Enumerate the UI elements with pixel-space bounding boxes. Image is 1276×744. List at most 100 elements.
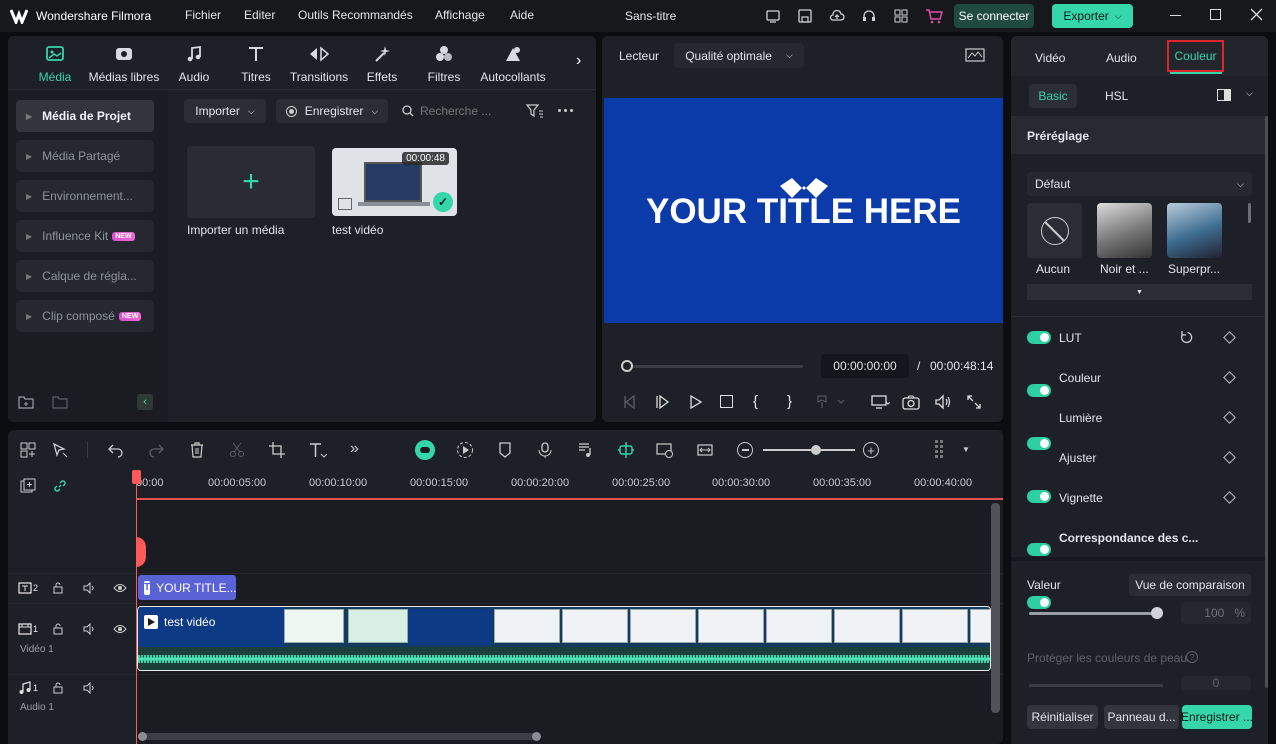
import-media-tile[interactable]: + (187, 146, 315, 218)
tab-effects[interactable]: Effets (358, 44, 406, 84)
compare-split-icon[interactable] (1217, 89, 1231, 101)
tab-stickers[interactable]: Autocollants (476, 44, 550, 84)
maximize-icon[interactable] (1210, 9, 1221, 20)
new-folder-icon[interactable] (18, 395, 34, 409)
delete-trash-icon[interactable] (189, 442, 205, 458)
cart-icon[interactable] (925, 8, 943, 24)
playhead-handle[interactable] (132, 470, 141, 484)
text-tool-icon[interactable] (309, 442, 327, 458)
caret-down-icon[interactable]: ▼ (962, 445, 970, 454)
toggle-color-match[interactable] (1027, 596, 1051, 609)
eye-icon[interactable] (113, 624, 127, 634)
timeline-vertical-scrollbar[interactable] (991, 503, 1000, 713)
subtab-basic[interactable]: Basic (1029, 84, 1077, 108)
chevron-down-icon[interactable]: ⌵ (1246, 88, 1253, 99)
progress-handle[interactable] (621, 360, 633, 372)
video-clip[interactable]: test vidéo (137, 606, 991, 671)
tab-audio-props[interactable]: Audio (1106, 51, 1137, 65)
tab-audio[interactable]: Audio (170, 44, 218, 84)
lock-icon[interactable] (52, 623, 64, 635)
speaker-icon[interactable] (83, 623, 97, 635)
sidebar-item-compound-clip[interactable]: ▶ Clip composé NEW (16, 300, 154, 332)
compare-view-button[interactable]: Vue de comparaison (1129, 574, 1251, 596)
login-button[interactable]: Se connecter (954, 4, 1034, 28)
layout-grid-icon[interactable] (20, 442, 36, 458)
sidebar-item-environment[interactable]: ▶ Environnement... (16, 180, 154, 212)
stop-icon[interactable] (720, 395, 733, 408)
mark-in-icon[interactable]: { (753, 393, 758, 410)
zoom-out-icon[interactable] (737, 442, 753, 458)
zoom-slider-track[interactable] (763, 449, 855, 451)
fullscreen-icon[interactable] (966, 394, 982, 410)
microphone-icon[interactable] (538, 442, 552, 458)
export-button[interactable]: Exporter ⌵ (1052, 4, 1133, 28)
value-slider-handle[interactable] (1151, 607, 1163, 619)
track-height-icon[interactable] (935, 440, 943, 458)
lock-icon[interactable] (52, 582, 64, 594)
more-tools-icon[interactable]: » (350, 440, 359, 458)
headset-icon[interactable] (861, 8, 877, 24)
value-input[interactable]: 100 % (1181, 602, 1251, 624)
quality-dropdown[interactable]: Qualité optimale ⌵ (674, 43, 804, 68)
monitor-icon[interactable] (765, 8, 781, 24)
undo-icon[interactable] (108, 442, 124, 458)
play-frame-icon[interactable] (655, 394, 671, 410)
add-track-icon[interactable] (20, 478, 36, 494)
media-thumbnail[interactable]: 00:00:48 ✓ (332, 148, 457, 216)
eye-icon[interactable] (113, 583, 127, 593)
ai-cut-icon[interactable] (617, 441, 635, 459)
link-icon[interactable] (52, 478, 68, 494)
search-input[interactable] (420, 101, 510, 121)
menu-editer[interactable]: Editer (244, 8, 275, 22)
play-icon[interactable] (688, 394, 704, 410)
tab-color[interactable]: Couleur (1167, 40, 1224, 72)
reset-icon[interactable] (1180, 330, 1195, 345)
cloud-upload-icon[interactable] (829, 8, 845, 24)
fit-width-icon[interactable] (697, 442, 713, 458)
menu-aide[interactable]: Aide (510, 8, 534, 22)
auto-reframe-icon[interactable] (656, 442, 674, 458)
mark-out-icon[interactable]: } (787, 393, 792, 410)
help-icon[interactable]: ? (1186, 651, 1198, 663)
sidebar-item-adjustment-layer[interactable]: ▶ Calque de régla... (16, 260, 154, 292)
lock-icon[interactable] (52, 682, 64, 694)
record-button[interactable]: Enregistrer ⌵ (276, 99, 388, 123)
snapshot-camera-icon[interactable] (902, 394, 920, 410)
progress-track[interactable] (626, 365, 803, 368)
ai-assistant-icon[interactable] (415, 440, 435, 460)
toggle-light[interactable] (1027, 437, 1051, 450)
preset-super-thumbnail[interactable] (1167, 203, 1222, 258)
menu-outils[interactable]: Outils Recommandés (298, 8, 413, 22)
toggle-color[interactable] (1027, 384, 1051, 397)
filter-sort-icon[interactable] (526, 104, 544, 118)
menu-fichier[interactable]: Fichier (185, 8, 221, 22)
right-panel-scrollbar[interactable] (1265, 116, 1268, 688)
save-preset-button[interactable]: Enregistrer ... (1181, 705, 1253, 729)
scroll-handle-right[interactable] (532, 732, 541, 741)
value-slider-track[interactable] (1029, 612, 1157, 615)
menu-affichage[interactable]: Affichage (435, 8, 485, 22)
display-icon[interactable] (870, 394, 890, 410)
render-preview-icon[interactable] (456, 441, 474, 459)
expand-presets-button[interactable]: ▼ (1027, 284, 1252, 300)
tab-stock-media[interactable]: Médias libres (88, 44, 160, 84)
prev-frame-icon[interactable] (622, 394, 638, 410)
zoom-in-icon[interactable]: + (863, 442, 879, 458)
tabs-next-chevron-icon[interactable]: › (576, 52, 581, 70)
music-list-icon[interactable] (578, 442, 594, 458)
sidebar-item-project-media[interactable]: ▶ Média de Projet (16, 100, 154, 132)
zoom-slider-handle[interactable] (811, 445, 821, 455)
toggle-adjust[interactable] (1027, 490, 1051, 503)
scroll-handle-left[interactable] (138, 732, 147, 741)
import-button[interactable]: Importer ⌵ (184, 99, 266, 123)
speaker-icon[interactable] (83, 582, 97, 594)
preset-bw-thumbnail[interactable] (1097, 203, 1152, 258)
marker-icon[interactable] (816, 395, 846, 409)
folder-icon[interactable] (52, 395, 68, 409)
reset-button[interactable]: Réinitialiser (1027, 705, 1098, 729)
sidebar-item-shared-media[interactable]: ▶ Média Partagé (16, 140, 154, 172)
scissors-icon[interactable] (229, 442, 245, 458)
volume-icon[interactable] (934, 394, 952, 410)
timeline-horizontal-scrollbar[interactable] (140, 733, 540, 740)
tab-titles[interactable]: Titres (232, 44, 280, 84)
